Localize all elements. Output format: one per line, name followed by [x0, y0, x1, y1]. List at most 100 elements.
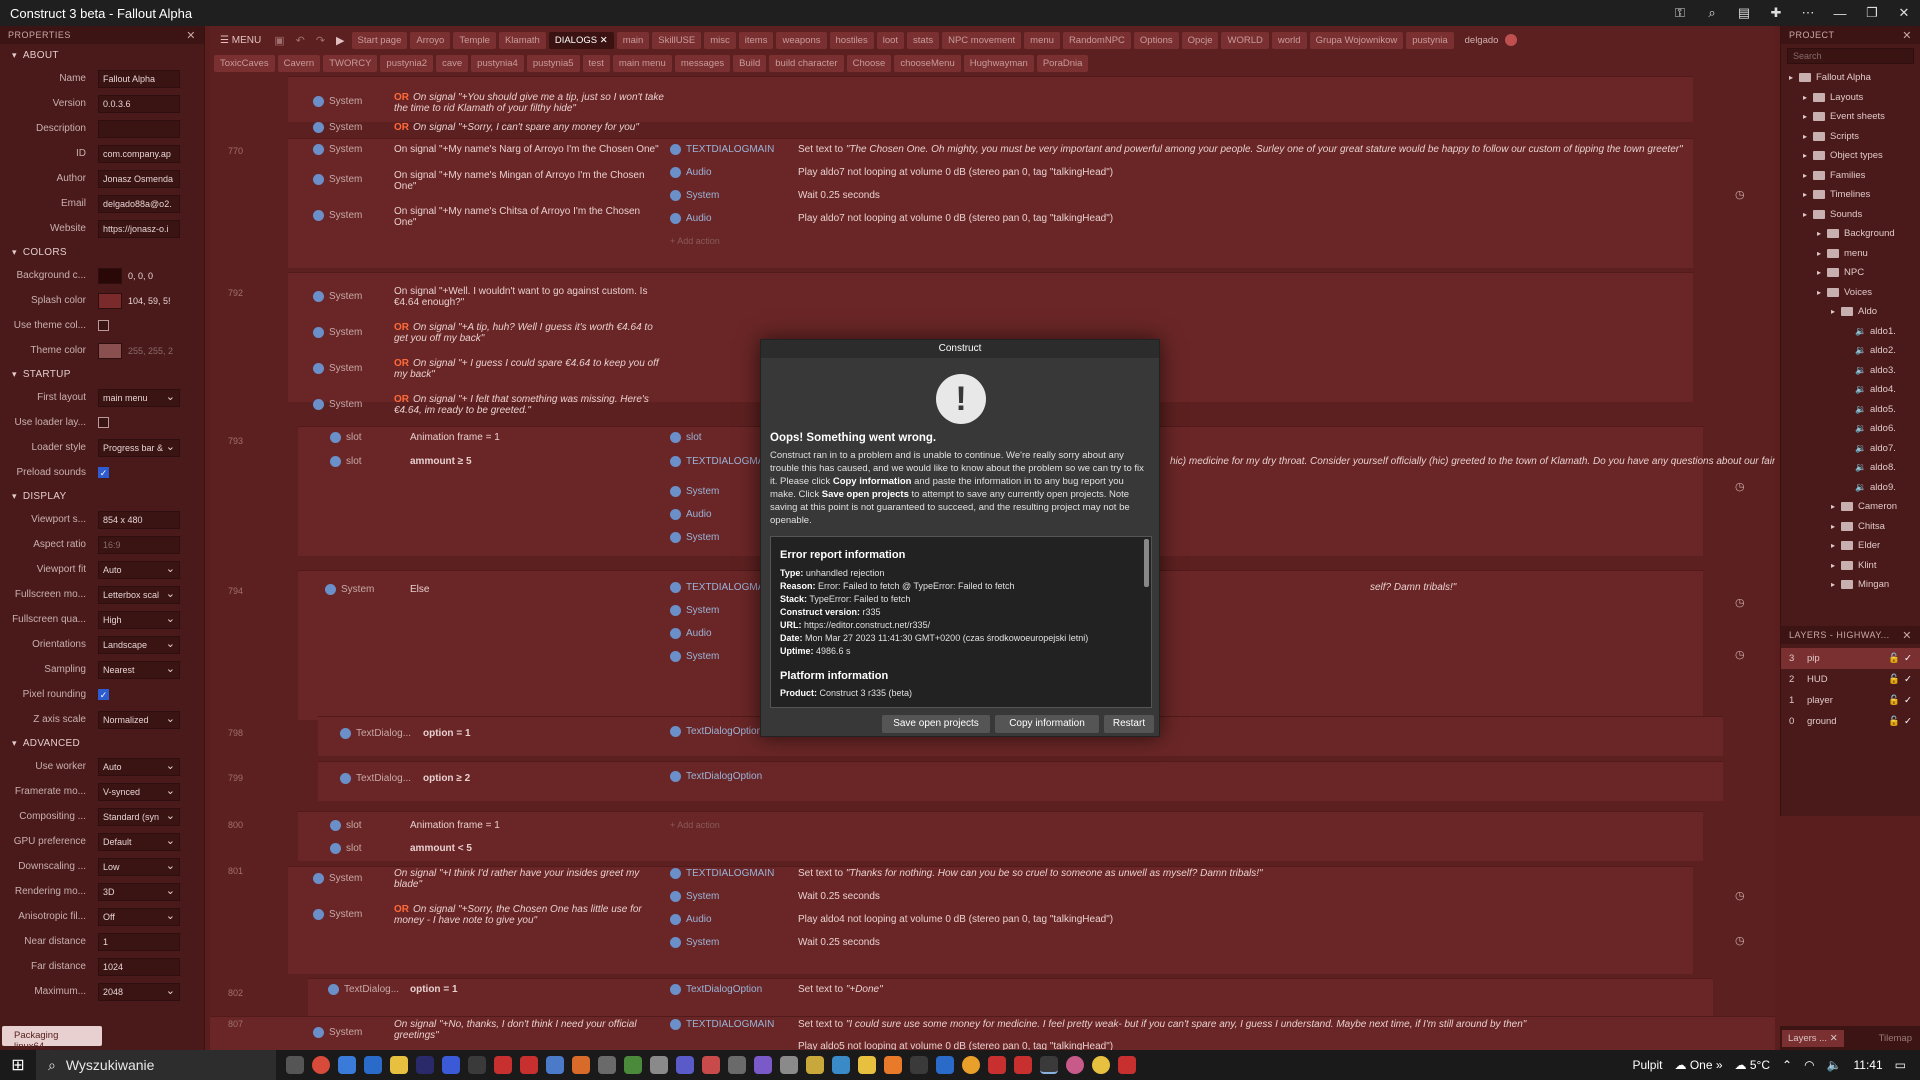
lock-icon[interactable]: 🔓: [1888, 674, 1904, 685]
app-icon[interactable]: [650, 1056, 668, 1074]
editor-tab[interactable]: Opcje: [1181, 31, 1219, 49]
chevron-up-icon[interactable]: ⌃: [1782, 1058, 1792, 1072]
editor-tab[interactable]: WORLD: [1221, 31, 1269, 49]
action-object[interactable]: TEXTDIALOGMAIN: [670, 868, 774, 879]
app-icon[interactable]: [962, 1056, 980, 1074]
color-swatch[interactable]: [98, 267, 122, 284]
chevron-icon[interactable]: ▸: [1789, 73, 1799, 82]
near-distance-input[interactable]: 1: [98, 932, 180, 951]
chrome-icon[interactable]: [312, 1056, 330, 1074]
editor-tab[interactable]: pustynia: [1406, 31, 1454, 49]
key-icon[interactable]: ⚿: [1664, 5, 1696, 21]
chevron-icon[interactable]: ▸: [1803, 171, 1813, 180]
condition[interactable]: OR On signal "+ I guess I could spare €4.…: [394, 358, 664, 380]
prop-row[interactable]: Framerate mo... V-synced: [0, 779, 204, 804]
menu-button[interactable]: ☰ MENU: [214, 32, 267, 49]
prop-use-loader-layout[interactable]: Use loader lay...: [0, 410, 204, 435]
tab-tilemap[interactable]: Tilemap: [1879, 1033, 1912, 1044]
app-icon[interactable]: [598, 1056, 616, 1074]
action[interactable]: Set text to "Thanks for nothing. How can…: [798, 868, 1263, 879]
tab-layers[interactable]: Layers ... ✕: [1782, 1029, 1844, 1047]
action-object[interactable]: Audio: [670, 167, 712, 178]
project-tree-item[interactable]: ▸ Voices: [1781, 283, 1920, 303]
editor-tab[interactable]: messages: [674, 54, 731, 72]
project-tree-item[interactable]: ▸ Layouts: [1781, 88, 1920, 108]
event-block[interactable]: [318, 761, 1723, 801]
prop-z-axis-scale[interactable]: Z axis scale Normalized: [0, 707, 204, 732]
prop-row[interactable]: Description: [0, 116, 204, 141]
copy-information-button[interactable]: Copy information: [995, 715, 1099, 733]
prop-row[interactable]: Email delgado88a@o2.: [0, 191, 204, 216]
editor-tab[interactable]: cave: [436, 54, 469, 72]
editor-tab[interactable]: pustynia2: [380, 54, 434, 72]
action[interactable]: Wait 0.25 seconds: [798, 937, 880, 948]
condition-object[interactable]: slot: [330, 820, 362, 831]
prop-row[interactable]: Sampling Nearest: [0, 657, 204, 682]
editor-tab[interactable]: main: [616, 31, 650, 49]
action[interactable]: Set text to "I could sure use some money…: [798, 1019, 1526, 1030]
condition[interactable]: On signal "+No, thanks, I don't think I …: [394, 1019, 664, 1041]
condition[interactable]: OR On signal "+A tip, huh? Well I guess i…: [394, 322, 664, 344]
action-object[interactable]: slot: [670, 432, 702, 443]
prop-use-theme-color[interactable]: Use theme col...: [0, 313, 204, 338]
editor-tab[interactable]: Start page: [351, 31, 408, 49]
editor-tab[interactable]: PoraDnia: [1036, 54, 1089, 72]
condition-object[interactable]: System: [313, 909, 362, 920]
condition-object[interactable]: System: [313, 873, 362, 884]
search-icon[interactable]: ⌕: [1696, 5, 1728, 21]
avatar[interactable]: [1505, 34, 1518, 46]
close-button[interactable]: ✕: [1888, 5, 1920, 21]
prop-row[interactable]: Compositing ... Standard (syn: [0, 804, 204, 829]
chevron-icon[interactable]: ▸: [1803, 112, 1813, 121]
action[interactable]: Wait 0.25 seconds: [798, 891, 880, 902]
prop-row[interactable]: Author Jonasz Osmenda: [0, 166, 204, 191]
editor-tab[interactable]: weapons: [776, 31, 827, 49]
project-tree-item[interactable]: ▸ Chitsa: [1781, 517, 1920, 537]
condition[interactable]: On signal "+I think I'd rather have your…: [394, 868, 664, 890]
prop-row[interactable]: Aspect ratio 16:9: [0, 532, 204, 557]
prop-value-field[interactable]: 854 x 480: [98, 510, 180, 529]
condition[interactable]: On signal "+My name's Chitsa of Arroyo I…: [394, 206, 664, 228]
prop-value-field[interactable]: [98, 119, 180, 138]
prop-far-distance[interactable]: Far distance 1024: [0, 954, 204, 979]
layer-row[interactable]: 1 player 🔓 ✓: [1781, 690, 1920, 711]
prop-background-color[interactable]: Background c... 0, 0, 0: [0, 263, 204, 288]
project-tree-item[interactable]: ▸ Event sheets: [1781, 107, 1920, 127]
prop-row[interactable]: Website https://jonasz-o.i: [0, 216, 204, 241]
condition-object[interactable]: System: [313, 1027, 362, 1038]
prop-theme-color[interactable]: Theme color 255, 255, 2: [0, 338, 204, 363]
prop-first-layout[interactable]: First layout main menu: [0, 385, 204, 410]
editor-tab[interactable]: Build: [733, 54, 767, 72]
condition-object[interactable]: TextDialog...: [340, 773, 411, 784]
editor-tab[interactable]: Options: [1133, 31, 1179, 49]
condition[interactable]: OR On signal "+Sorry, I can't spare any m…: [394, 122, 664, 133]
editor-tab[interactable]: ToxicCaves: [214, 54, 275, 72]
prop-value-field[interactable]: Default: [98, 832, 180, 851]
condition-object[interactable]: slot: [330, 432, 362, 443]
project-tree-item[interactable]: ▸ Fallout Alpha: [1781, 68, 1920, 88]
condition[interactable]: Else: [410, 584, 429, 595]
app-icon[interactable]: [754, 1056, 772, 1074]
project-tree-item[interactable]: ▸ NPC: [1781, 263, 1920, 283]
app-icon[interactable]: [1066, 1056, 1084, 1074]
editor-tab[interactable]: Arroyo: [410, 31, 451, 49]
chevron-icon[interactable]: ▸: [1817, 229, 1827, 238]
prop-row[interactable]: Version 0.0.3.6: [0, 91, 204, 116]
condition[interactable]: OR On signal "+You should give me a tip, …: [394, 92, 664, 114]
weather-widget[interactable]: ☁ 5°C: [1735, 1058, 1770, 1072]
condition[interactable]: option = 1: [423, 728, 471, 739]
taskbar-search[interactable]: ⌕ Wyszukiwanie: [36, 1050, 276, 1080]
condition[interactable]: option ≥ 2: [423, 773, 470, 784]
prop-row[interactable]: Downscaling ... Low: [0, 854, 204, 879]
action-object[interactable]: Audio: [670, 509, 712, 520]
loader-style-select[interactable]: Progress bar &: [98, 438, 180, 457]
app-icon[interactable]: [936, 1056, 954, 1074]
action[interactable]: Wait 0.25 seconds: [798, 190, 880, 201]
section-advanced[interactable]: ADVANCED: [0, 732, 204, 754]
close-icon[interactable]: ✕: [1902, 629, 1912, 642]
editor-tab[interactable]: Cavern: [277, 54, 321, 72]
user-name[interactable]: delgado: [1465, 35, 1499, 46]
app-icon[interactable]: [728, 1056, 746, 1074]
action-object[interactable]: Audio: [670, 914, 712, 925]
condition-object[interactable]: System: [313, 122, 362, 133]
